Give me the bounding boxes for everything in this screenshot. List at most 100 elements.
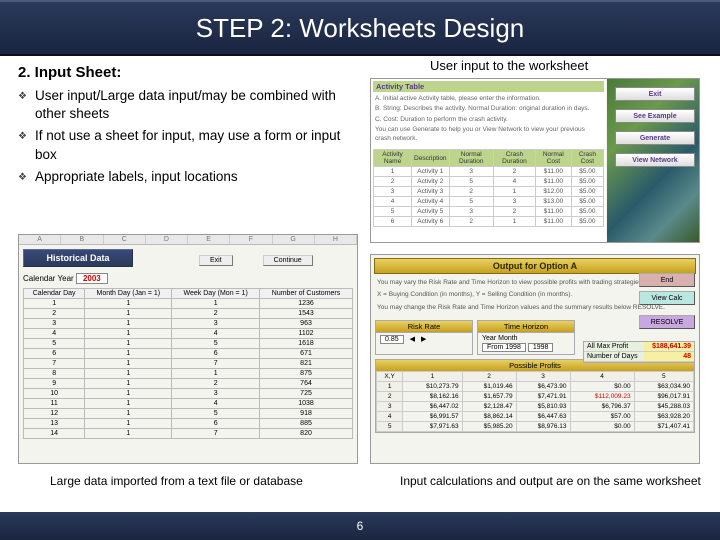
cell: 9 [24, 379, 85, 389]
cell: 671 [260, 349, 353, 359]
cell: $5.00 [571, 207, 603, 217]
cell: Activity 4 [412, 197, 450, 207]
cell: $8,162.16 [403, 392, 462, 402]
cell: Activity 3 [412, 187, 450, 197]
table-row: 3$6,447.02$2,128.47$5,810.93$6,796.37$45… [377, 402, 694, 412]
cell: $6,991.57 [403, 412, 462, 422]
bullet-item: ❖If not use a sheet for input, may use a… [18, 127, 348, 163]
cell: $5,810.93 [516, 402, 570, 412]
col-letter: A [19, 235, 61, 244]
from-year[interactable]: From 1998 [482, 343, 526, 352]
col-letter: E [188, 235, 230, 244]
cell: 1 [85, 319, 172, 329]
risk-value[interactable]: 0.85 [380, 335, 404, 344]
cell: $6,796.37 [570, 402, 634, 412]
cell: 821 [260, 359, 353, 369]
cell: 5 [24, 339, 85, 349]
summary-label: All Max Profit [584, 342, 644, 351]
cell: 1 [85, 379, 172, 389]
col-letter: F [230, 235, 272, 244]
col-letter: H [315, 235, 357, 244]
col-letter: B [61, 235, 103, 244]
bullet-text: User input/Large data input/may be combi… [35, 87, 348, 123]
cell: $12.00 [535, 187, 571, 197]
cell: $5,985.20 [462, 422, 516, 432]
cell: 1 [85, 309, 172, 319]
cell: 13 [24, 419, 85, 429]
year-value[interactable]: 2003 [76, 273, 108, 284]
col-header: Description [412, 150, 450, 167]
cell: $10,273.79 [403, 382, 462, 392]
figure-activity-table: Activity Table A. Initial active Activit… [370, 78, 700, 243]
view-network-button[interactable]: View Network [615, 153, 695, 167]
view-calc-button[interactable]: View Calc [639, 291, 695, 305]
cell: $57.00 [570, 412, 634, 422]
cell: 725 [260, 389, 353, 399]
right-arrow-icon[interactable]: ▶ [421, 335, 426, 344]
figure-b-caption: Large data imported from a text file or … [50, 474, 303, 488]
bullet-text: If not use a sheet for input, may use a … [35, 127, 348, 163]
generate-button[interactable]: Generate [615, 131, 695, 145]
cell: 3 [24, 319, 85, 329]
cell: $5.00 [571, 187, 603, 197]
see-example-button[interactable]: See Example [615, 109, 695, 123]
table-row: 1215918 [24, 409, 353, 419]
table-row: 1417820 [24, 429, 353, 439]
figure-historical-data: ABCDEFGH Historical Data Exit Continue C… [18, 234, 358, 464]
scenic-image: Exit See Example Generate View Network [607, 79, 699, 242]
to-year[interactable]: 1998 [528, 343, 554, 352]
activity-header: Activity Table [373, 81, 604, 92]
cell: $5.00 [571, 177, 603, 187]
cell: 8 [24, 369, 85, 379]
cell: 1 [85, 359, 172, 369]
time-horizon-box: Time Horizon Year Month From 1998 1998 [477, 320, 575, 355]
cell: Activity 1 [412, 167, 450, 177]
table-row: 1316885 [24, 419, 353, 429]
cell: 2 [172, 309, 260, 319]
cell: $45,288.03 [634, 402, 693, 412]
slide-title: STEP 2: Worksheets Design [196, 13, 525, 44]
cell: $6,473.90 [516, 382, 570, 392]
cell: 4 [374, 197, 412, 207]
col-header: Crash Cost [571, 150, 603, 167]
historical-table: Calendar Day Month Day (Jan = 1) Week Da… [23, 288, 353, 439]
cell: 1543 [260, 309, 353, 319]
col-letter: D [146, 235, 188, 244]
col-header: Month Day (Jan = 1) [85, 289, 172, 299]
cell: $63,034.90 [634, 382, 693, 392]
cell: 4 [172, 329, 260, 339]
spreadsheet-col-headers: ABCDEFGH [19, 235, 357, 245]
continue-button[interactable]: Continue [263, 255, 313, 266]
cell: 2 [24, 309, 85, 319]
exit-button[interactable]: Exit [615, 87, 695, 101]
col-header: Number of Customers [260, 289, 353, 299]
exit-button[interactable]: Exit [199, 255, 233, 266]
cell: 1236 [260, 299, 353, 309]
table-row: 912764 [24, 379, 353, 389]
cell: 1 [85, 329, 172, 339]
table-row: 313963 [24, 319, 353, 329]
table-header-row: Calendar Day Month Day (Jan = 1) Week Da… [24, 289, 353, 299]
cell: 5 [172, 339, 260, 349]
cell: 1102 [260, 329, 353, 339]
resolve-button[interactable]: RESOLVE [639, 315, 695, 329]
cell: 1 [85, 399, 172, 409]
cell: $5.00 [571, 197, 603, 207]
bullet-item: ❖User input/Large data input/may be comb… [18, 87, 348, 123]
row-label: 2 [377, 392, 403, 402]
cell: 12 [24, 409, 85, 419]
cell: $1,019.46 [462, 382, 516, 392]
cell: Activity 5 [412, 207, 450, 217]
cell: 2 [172, 379, 260, 389]
year-row: Calendar Year 2003 [23, 273, 353, 284]
end-button[interactable]: End [639, 273, 695, 287]
cell: 14 [24, 429, 85, 439]
table-row: 2Activity 254$11.00$5.00 [374, 177, 604, 187]
table-row: 2121543 [24, 309, 353, 319]
left-arrow-icon[interactable]: ◀ [410, 335, 415, 344]
col-header: Crash Duration [493, 150, 535, 167]
cell: 1 [85, 409, 172, 419]
pp-table: X,Y12345 1$10,273.79$1,019.46$6,473.90$0… [376, 371, 694, 432]
page-number: 6 [357, 519, 364, 533]
cell: $71,407.41 [634, 422, 693, 432]
